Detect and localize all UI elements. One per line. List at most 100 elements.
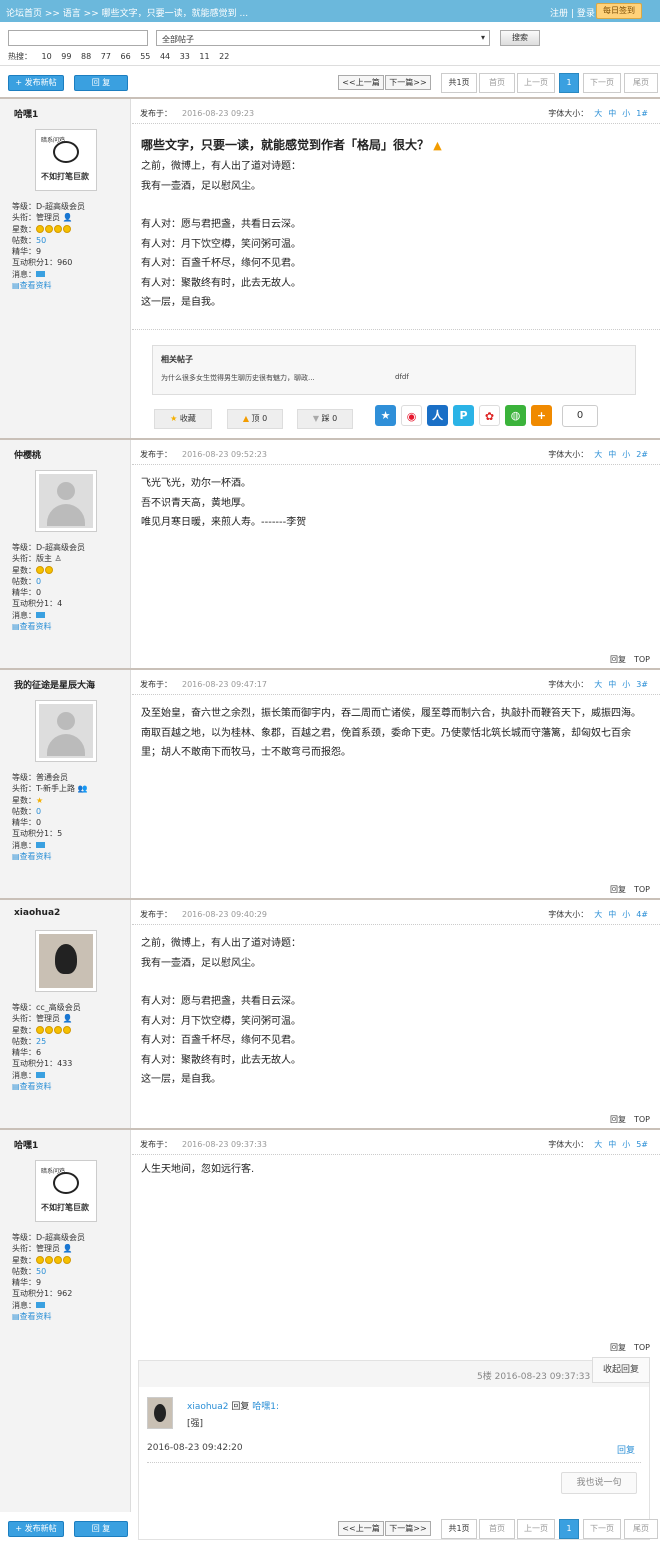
reply-link[interactable]: 回复 xyxy=(610,655,626,664)
current-page[interactable]: 1 xyxy=(559,1519,579,1539)
font-large-link[interactable]: 大 xyxy=(594,109,602,118)
hot-tag[interactable]: 55 xyxy=(140,52,150,61)
mail-icon[interactable] xyxy=(36,270,45,277)
qzone-share-icon[interactable]: ★ xyxy=(375,405,396,426)
avatar[interactable]: 暗系问鸡 不如打笔巨款 xyxy=(35,129,97,191)
upvote-button[interactable]: ▲ 顶 0 xyxy=(227,409,283,429)
font-medium-link[interactable]: 中 xyxy=(608,109,616,118)
font-small-link[interactable]: 小 xyxy=(622,450,630,459)
next-page-button[interactable]: 下一页 xyxy=(583,1519,621,1539)
hot-tag[interactable]: 77 xyxy=(101,52,111,61)
wechat-share-icon[interactable]: ◍ xyxy=(505,405,526,426)
renren-share-icon[interactable]: 人 xyxy=(427,405,448,426)
hot-tag[interactable]: 88 xyxy=(81,52,91,61)
hot-tag[interactable]: 44 xyxy=(160,52,170,61)
next-thread-button[interactable]: 下一篇>> xyxy=(385,75,431,90)
avatar[interactable]: 暗系问鸡 不如打笔巨款 xyxy=(35,1160,97,1222)
font-medium-link[interactable]: 中 xyxy=(608,680,616,689)
prev-page-button[interactable]: 上一页 xyxy=(517,73,555,93)
weibo-share-icon[interactable]: ◉ xyxy=(401,405,422,426)
floor-number[interactable]: 2# xyxy=(636,450,648,459)
hot-tag[interactable]: 22 xyxy=(219,52,229,61)
top-link[interactable]: TOP xyxy=(634,1115,650,1124)
favorite-button[interactable]: ★ 收藏 xyxy=(154,409,212,429)
author-name[interactable]: xiaohua2 xyxy=(14,908,60,918)
mail-icon[interactable] xyxy=(36,841,45,848)
hot-tag[interactable]: 99 xyxy=(61,52,71,61)
pengyou-share-icon[interactable]: P xyxy=(453,405,474,426)
top-link[interactable]: TOP xyxy=(634,655,650,664)
font-medium-link[interactable]: 中 xyxy=(608,1140,616,1149)
font-large-link[interactable]: 大 xyxy=(594,910,602,919)
new-post-button[interactable]: + 发布新帖 xyxy=(8,75,64,91)
post-count[interactable]: 25 xyxy=(36,1037,46,1046)
new-post-button[interactable]: + 发布新帖 xyxy=(8,1521,64,1537)
reply-button[interactable]: 回 复 xyxy=(74,1521,128,1537)
login-link[interactable]: 登录 xyxy=(577,9,595,19)
search-input[interactable] xyxy=(8,30,148,46)
view-profile-link[interactable]: 查看资料 xyxy=(20,622,52,631)
avatar[interactable] xyxy=(35,700,97,762)
next-thread-button[interactable]: 下一篇>> xyxy=(385,1521,431,1536)
say-something-button[interactable]: 我也说一句 xyxy=(561,1472,637,1494)
author-name[interactable]: 我的征途是星辰大海 xyxy=(14,678,95,691)
reply-link[interactable]: 回复 xyxy=(610,885,626,894)
author-name[interactable]: 仲樱桃 xyxy=(14,448,41,461)
breadcrumb[interactable]: 论坛首页 >> 语言 >> 哪些文字，只要一读，就能感觉到 ... xyxy=(6,6,248,19)
current-page[interactable]: 1 xyxy=(559,73,579,93)
search-button[interactable]: 搜索 xyxy=(500,30,540,46)
hot-tag[interactable]: 11 xyxy=(199,52,209,61)
post-count[interactable]: 50 xyxy=(36,1267,46,1276)
floor-number[interactable]: 4# xyxy=(636,910,648,919)
hot-tag[interactable]: 33 xyxy=(180,52,190,61)
view-profile-link[interactable]: 查看资料 xyxy=(20,1312,52,1321)
mail-icon[interactable] xyxy=(36,1301,45,1308)
related-link[interactable]: 为什么很多女生觉得男生聊历史很有魅力，聊政... xyxy=(161,373,315,383)
last-page-button[interactable]: 尾页 xyxy=(624,1519,658,1539)
author-name[interactable]: 哈嘿1 xyxy=(14,107,38,120)
post-count[interactable]: 0 xyxy=(36,807,41,816)
font-small-link[interactable]: 小 xyxy=(622,910,630,919)
register-link[interactable]: 注册 xyxy=(550,9,568,19)
prev-thread-button[interactable]: <<上一篇 xyxy=(338,1521,384,1536)
font-medium-link[interactable]: 中 xyxy=(608,910,616,919)
more-share-icon[interactable]: + xyxy=(531,405,552,426)
font-large-link[interactable]: 大 xyxy=(594,680,602,689)
font-large-link[interactable]: 大 xyxy=(594,1140,602,1149)
post-count[interactable]: 50 xyxy=(36,236,46,245)
reply-button[interactable]: 回 复 xyxy=(74,75,128,91)
reply-link[interactable]: 回复 xyxy=(610,1343,626,1352)
search-scope-select[interactable]: 全部帖子 ▾ xyxy=(156,30,490,46)
last-page-button[interactable]: 尾页 xyxy=(624,73,658,93)
hot-tag[interactable]: 66 xyxy=(120,52,130,61)
font-small-link[interactable]: 小 xyxy=(622,1140,630,1149)
downvote-button[interactable]: ▼ 踩 0 xyxy=(297,409,353,429)
view-profile-link[interactable]: 查看资料 xyxy=(20,1082,52,1091)
avatar[interactable] xyxy=(35,930,97,992)
avatar[interactable] xyxy=(35,470,97,532)
hot-tag[interactable]: 10 xyxy=(42,52,52,61)
font-small-link[interactable]: 小 xyxy=(622,109,630,118)
view-profile-link[interactable]: 查看资料 xyxy=(20,281,52,290)
floor-number[interactable]: 5# xyxy=(636,1140,648,1149)
floor-number[interactable]: 3# xyxy=(636,680,648,689)
prev-thread-button[interactable]: <<上一篇 xyxy=(338,75,384,90)
top-link[interactable]: TOP xyxy=(634,1343,650,1352)
collapse-replies-button[interactable]: 收起回复 xyxy=(592,1357,650,1383)
floor-number[interactable]: 1# xyxy=(636,109,648,118)
mail-icon[interactable] xyxy=(36,1071,45,1078)
mail-icon[interactable] xyxy=(36,611,45,618)
post-count[interactable]: 0 xyxy=(36,577,41,586)
reply-link[interactable]: 回复 xyxy=(610,1115,626,1124)
sub-reply-link[interactable]: 回复 xyxy=(617,1443,635,1456)
font-medium-link[interactable]: 中 xyxy=(608,450,616,459)
reply-target-link[interactable]: 哈嘿1: xyxy=(252,1402,279,1412)
daily-sign-button[interactable]: 每日签到 xyxy=(596,3,642,19)
font-large-link[interactable]: 大 xyxy=(594,450,602,459)
tencent-weibo-share-icon[interactable]: ✿ xyxy=(479,405,500,426)
author-name[interactable]: 哈嘿1 xyxy=(14,1138,38,1151)
font-small-link[interactable]: 小 xyxy=(622,680,630,689)
next-page-button[interactable]: 下一页 xyxy=(583,73,621,93)
first-page-button[interactable]: 首页 xyxy=(479,1519,515,1539)
prev-page-button[interactable]: 上一页 xyxy=(517,1519,555,1539)
